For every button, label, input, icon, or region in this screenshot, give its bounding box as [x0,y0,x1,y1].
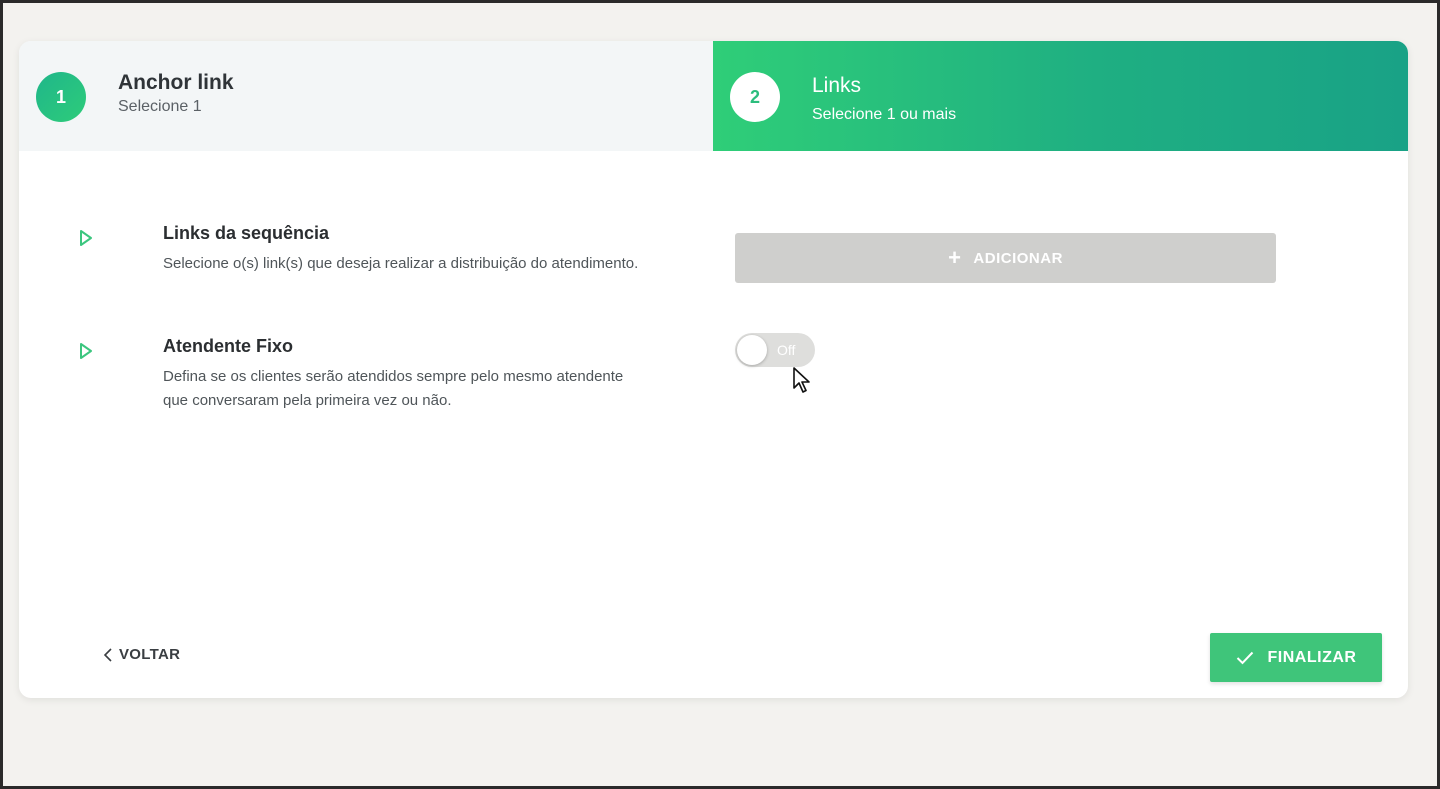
play-outline-icon [80,230,92,246]
plus-icon: + [948,245,962,270]
toggle-state-label: Off [777,342,796,358]
step-subtitle: Selecione 1 ou mais [812,106,957,123]
wizard-card: 1 Anchor link Selecione 1 2 Links Seleci… [19,41,1408,698]
links-section-title: Links da sequência [163,223,330,243]
back-button[interactable]: VOLTAR [103,646,180,663]
fixed-agent-description: Defina se os clientes serão atendidos se… [163,368,624,409]
add-link-button[interactable]: + ADICIONAR [735,233,1276,283]
play-outline-icon [80,343,92,359]
add-link-label: ADICIONAR [973,249,1063,267]
step-anchor-link[interactable]: 1 Anchor link Selecione 1 [19,41,713,151]
check-icon [1236,651,1253,664]
back-label: VOLTAR [119,646,181,663]
step-title: Anchor link [118,71,234,94]
fixed-agent-toggle[interactable]: Off [735,333,815,367]
mouse-pointer-icon [793,367,810,393]
links-section-description: Selecione o(s) link(s) que deseja realiz… [163,255,639,272]
stepper: 1 Anchor link Selecione 1 2 Links Seleci… [19,41,1408,151]
step-links[interactable]: 2 Links Selecione 1 ou mais [713,41,1408,151]
step-subtitle: Selecione 1 [118,98,202,115]
finish-button[interactable]: FINALIZAR [1210,633,1382,682]
chevron-left-icon [103,647,112,662]
finish-label: FINALIZAR [1267,648,1357,666]
toggle-knob [737,335,767,365]
fixed-agent-title: Atendente Fixo [163,336,294,356]
step-number-badge: 1 [36,72,86,122]
step-number-badge: 2 [730,72,780,122]
step-title: Links [812,74,862,97]
